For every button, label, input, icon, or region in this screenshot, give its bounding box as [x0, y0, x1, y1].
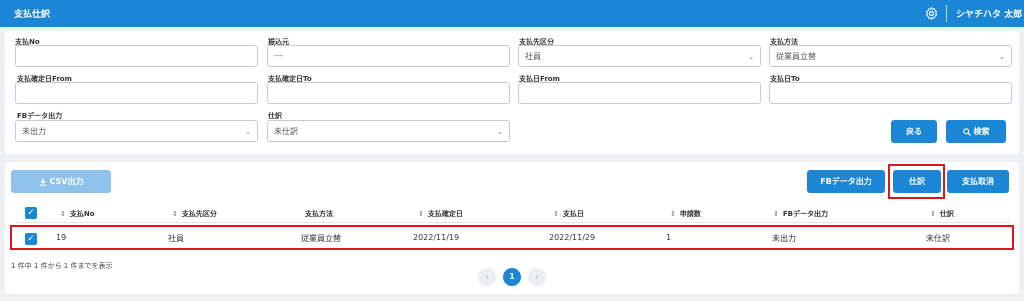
payee-category-value: 社員	[525, 52, 541, 61]
payee-category-select[interactable]: 社員 ⌄	[518, 45, 761, 67]
pagination-page-1[interactable]: 1	[503, 268, 521, 286]
sort-icon: ⇕	[60, 210, 66, 218]
select-all-checkbox[interactable]: ✓	[25, 207, 37, 219]
gear-icon[interactable]	[924, 6, 939, 21]
payment-no-input[interactable]	[15, 45, 258, 67]
check-icon: ✓	[27, 208, 35, 218]
sort-icon: ⇕	[773, 210, 779, 218]
column-header-payee-category[interactable]: ⇕ 支払先区分	[172, 209, 217, 219]
app-header: 支払仕訳 シヤチハタ 太郎	[0, 0, 1024, 27]
column-header-application-count[interactable]: ⇕ 申請数	[670, 209, 701, 219]
payment-method-select[interactable]: 従業員立替 ⌄	[769, 45, 1012, 67]
fb-output-value: 未出力	[22, 127, 46, 136]
sort-icon: ⇕	[553, 210, 559, 218]
column-header-payment-no[interactable]: ⇕ 支払No	[60, 209, 95, 219]
pay-to-input[interactable]	[769, 82, 1012, 104]
pagination-next[interactable]: ›	[528, 268, 546, 286]
cancel-payment-button-label: 支払取消	[962, 177, 994, 186]
sort-icon: ⇕	[670, 210, 676, 218]
chevron-down-icon: ⌄	[999, 53, 1005, 61]
column-header-payment-date[interactable]: ⇕ 支払日	[553, 209, 584, 219]
download-icon	[39, 177, 46, 186]
column-header-journal[interactable]: ⇕ 仕訳	[930, 209, 954, 219]
sort-icon: ⇕	[172, 210, 178, 218]
fb-output-button-label: FBデータ出力	[820, 177, 872, 186]
back-button-label: 戻る	[906, 127, 922, 136]
cancel-payment-button[interactable]: 支払取消	[947, 170, 1009, 193]
column-header-fb-output[interactable]: ⇕ FBデータ出力	[773, 209, 828, 219]
user-name[interactable]: シヤチハタ 太郎	[956, 7, 1022, 20]
results-panel: CSV出力 FBデータ出力 仕訳 支払取消 ✓ ⇕ 支払No ⇕ 支払先区分 支払方…	[5, 162, 1019, 294]
fb-output-select[interactable]: 未出力 ⌄	[15, 120, 258, 142]
header-divider	[946, 5, 947, 22]
confirm-to-input[interactable]	[267, 82, 510, 104]
page-title: 支払仕訳	[14, 10, 51, 20]
chevron-down-icon: ⌄	[748, 53, 754, 61]
pagination-prev[interactable]: ‹	[478, 268, 496, 286]
chevron-down-icon: ⌄	[497, 128, 503, 136]
search-icon	[962, 127, 971, 136]
pagination-summary: 1 件中 1 件から 1 件までを表示	[11, 262, 113, 270]
column-header-confirm-date[interactable]: ⇕ 支払確定日	[418, 209, 463, 219]
confirm-from-input[interactable]	[15, 82, 258, 104]
search-button[interactable]: 検索	[946, 120, 1006, 143]
fb-output-button[interactable]: FBデータ出力	[807, 170, 885, 193]
chevron-down-icon: ⌄	[245, 128, 251, 136]
sort-icon: ⇕	[930, 210, 936, 218]
column-header-payment-method: 支払方法	[305, 210, 333, 218]
transfer-source-value: ---	[274, 51, 283, 60]
search-button-label: 検索	[973, 127, 990, 136]
csv-export-label: CSV出力	[49, 177, 84, 186]
journal-value: 未仕訳	[274, 127, 298, 136]
journal-button-highlight	[888, 164, 945, 199]
row-highlight	[10, 225, 1014, 250]
table-header-divider	[15, 222, 1011, 223]
back-button[interactable]: 戻る	[891, 120, 937, 143]
search-panel: 支払No 振込元 --- 支払先区分 社員 ⌄ 支払方法 従業員立替 ⌄ 支払確…	[5, 30, 1019, 154]
transfer-source-select[interactable]: ---	[267, 45, 510, 67]
payment-method-value: 従業員立替	[776, 52, 816, 61]
sort-icon: ⇕	[418, 210, 424, 218]
journal-select[interactable]: 未仕訳 ⌄	[267, 120, 510, 142]
csv-export-button[interactable]: CSV出力	[11, 170, 111, 193]
pay-from-input[interactable]	[518, 82, 761, 104]
